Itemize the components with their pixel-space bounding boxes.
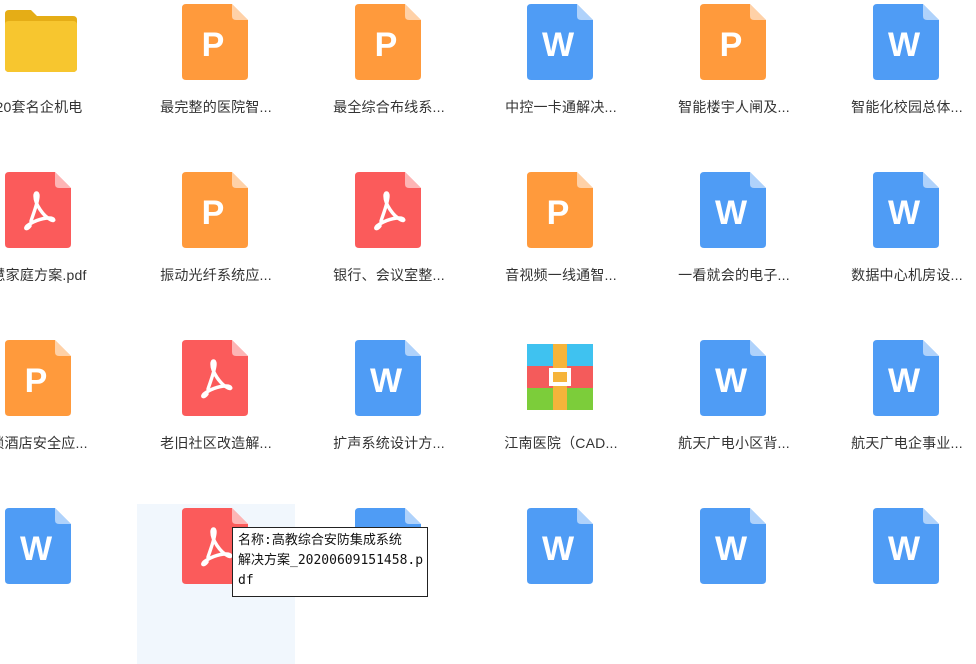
file-name-tooltip: 名称:高教综合安防集成系统 解决方案_20200609151458.p df — [232, 527, 428, 597]
svg-text:P: P — [547, 194, 570, 232]
file-item[interactable]: W — [0, 504, 118, 664]
ppt-file-icon: P — [182, 172, 248, 248]
file-item[interactable]: P 最完整的医院智... — [137, 0, 295, 160]
file-name-label: 航天广电小区背... — [678, 435, 790, 451]
file-name-label: 智能化校园总体... — [851, 99, 963, 115]
file-item[interactable]: W 中控一卡通解决... — [482, 0, 640, 160]
file-name-label: 智能楼宇人闸及... — [678, 99, 790, 115]
ppt-file-icon: P — [527, 172, 593, 248]
tooltip-line: df — [238, 573, 254, 588]
ppt-file-icon: P — [355, 4, 421, 80]
svg-text:W: W — [542, 530, 575, 568]
word-file-icon: W — [873, 4, 939, 80]
file-item[interactable]: 20套名企机电 — [0, 0, 118, 160]
file-name-label: 江南医院（CAD... — [504, 435, 618, 451]
pdf-file-icon — [182, 340, 248, 416]
file-name-label: 数据中心机房设... — [851, 267, 963, 283]
file-item[interactable]: W — [828, 504, 976, 664]
svg-text:P: P — [202, 194, 225, 232]
svg-text:W: W — [888, 362, 921, 400]
svg-text:W: W — [888, 26, 921, 64]
file-name-label: 一看就会的电子... — [678, 267, 790, 283]
pdf-file-icon — [5, 172, 71, 248]
svg-text:W: W — [715, 194, 748, 232]
svg-text:P: P — [25, 362, 48, 400]
file-item[interactable]: W 智能化校园总体... — [828, 0, 976, 160]
svg-text:W: W — [715, 362, 748, 400]
svg-text:W: W — [888, 530, 921, 568]
file-item[interactable]: W — [482, 504, 640, 664]
file-item[interactable]: P 振动光纤系统应... — [137, 168, 295, 328]
word-file-icon: W — [873, 508, 939, 584]
svg-text:W: W — [542, 26, 575, 64]
file-name-label: 慧家庭方案.pdf — [0, 267, 87, 283]
file-item[interactable]: 老旧社区改造解... — [137, 336, 295, 496]
svg-text:P: P — [720, 26, 743, 64]
tooltip-line: 名称:高教综合安防集成系统 — [238, 533, 402, 548]
word-file-icon: W — [700, 508, 766, 584]
file-item[interactable]: P 最全综合布线系... — [310, 0, 468, 160]
file-item[interactable]: 江南医院（CAD... — [482, 336, 640, 496]
file-item[interactable]: W 航天广电小区背... — [655, 336, 813, 496]
ppt-file-icon: P — [700, 4, 766, 80]
file-name-label: 音视频一线通智... — [505, 267, 617, 283]
word-file-icon: W — [700, 340, 766, 416]
file-name-label: 中控一卡通解决... — [505, 99, 617, 115]
file-name-label: 银行、会议室整... — [333, 267, 445, 283]
word-file-icon: W — [5, 508, 71, 584]
ppt-file-icon: P — [5, 340, 71, 416]
svg-text:W: W — [370, 362, 403, 400]
file-grid: 20套名企机电 P 最完整的医院智... P 最全综合布线系... W 中控一卡通解决...… — [0, 0, 976, 664]
word-file-icon: W — [355, 340, 421, 416]
svg-text:W: W — [20, 530, 53, 568]
word-file-icon: W — [873, 172, 939, 248]
file-item[interactable]: 银行、会议室整... — [310, 168, 468, 328]
word-file-icon: W — [527, 4, 593, 80]
file-item[interactable]: P 锁酒店安全应... — [0, 336, 118, 496]
file-item[interactable]: P 音视频一线通智... — [482, 168, 640, 328]
archive-file-icon — [527, 344, 593, 420]
file-name-label: 振动光纤系统应... — [160, 267, 272, 283]
file-name-label: 老旧社区改造解... — [160, 435, 272, 451]
file-name-label: 最全综合布线系... — [333, 99, 445, 115]
file-name-label: 航天广电企事业... — [851, 435, 963, 451]
word-file-icon: W — [700, 172, 766, 248]
file-name-label: 锁酒店安全应... — [0, 435, 88, 451]
file-item[interactable]: P 智能楼宇人闸及... — [655, 0, 813, 160]
folder-icon — [3, 6, 77, 82]
file-item[interactable]: 慧家庭方案.pdf — [0, 168, 118, 328]
tooltip-line: 解决方案_20200609151458.p — [238, 553, 424, 568]
file-item[interactable]: W 一看就会的电子... — [655, 168, 813, 328]
svg-text:W: W — [715, 530, 748, 568]
file-name-label: 20套名企机电 — [0, 99, 83, 115]
ppt-file-icon: P — [182, 4, 248, 80]
file-item[interactable]: W 扩声系统设计方... — [310, 336, 468, 496]
svg-text:W: W — [888, 194, 921, 232]
file-name-label: 最完整的医院智... — [160, 99, 272, 115]
pdf-file-icon — [355, 172, 421, 248]
file-item[interactable]: W 数据中心机房设... — [828, 168, 976, 328]
word-file-icon: W — [873, 340, 939, 416]
word-file-icon: W — [527, 508, 593, 584]
svg-text:P: P — [202, 26, 225, 64]
file-name-label: 扩声系统设计方... — [333, 435, 445, 451]
file-item[interactable]: W — [655, 504, 813, 664]
file-item[interactable]: W 航天广电企事业... — [828, 336, 976, 496]
svg-text:P: P — [375, 26, 398, 64]
